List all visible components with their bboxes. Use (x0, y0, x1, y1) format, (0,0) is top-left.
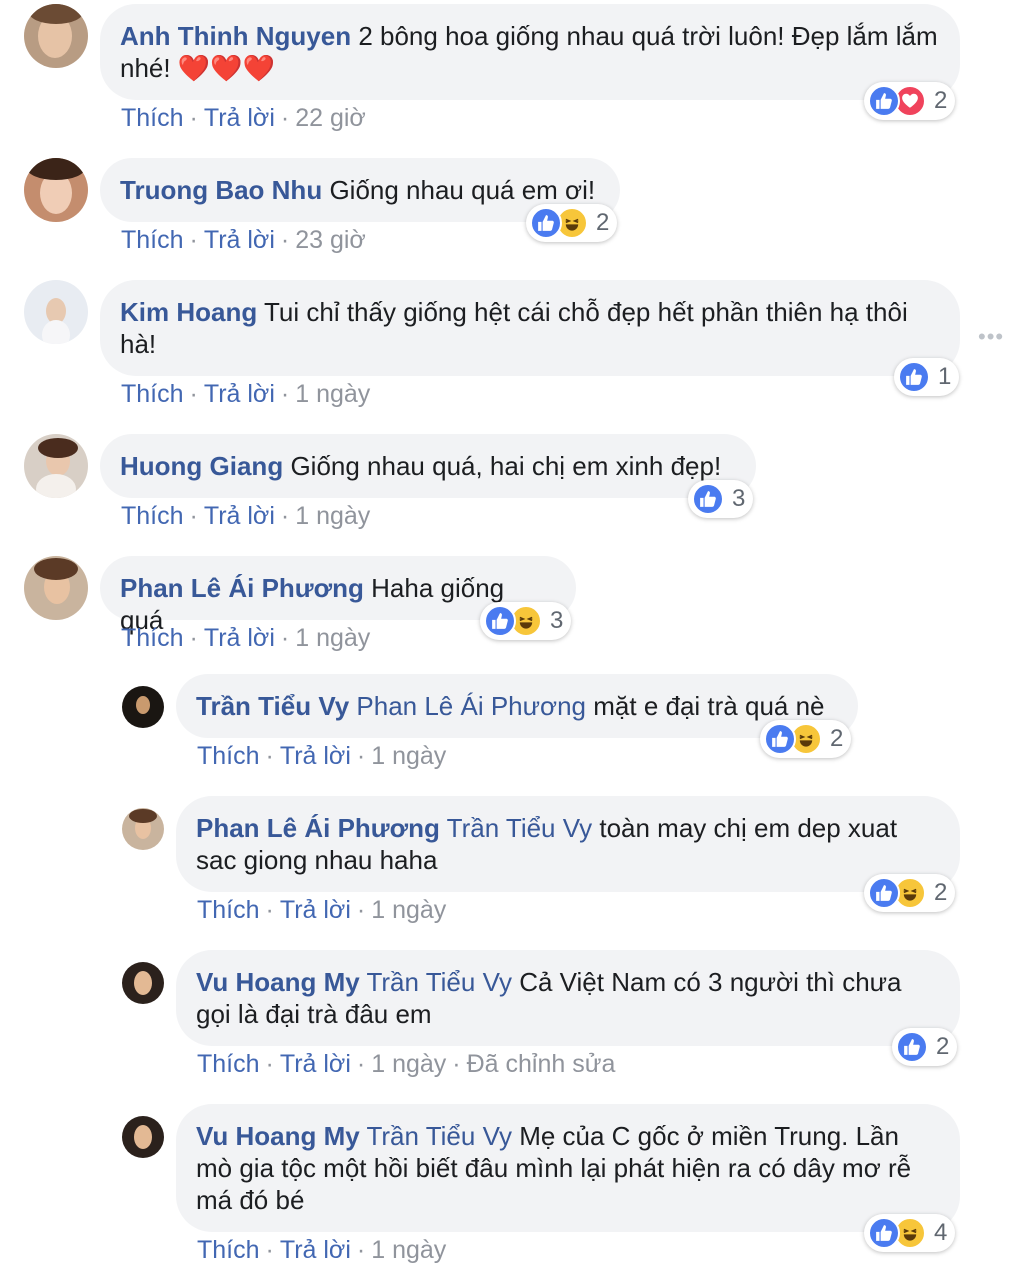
edited-label[interactable]: Đã chỉnh sửa (467, 1050, 616, 1078)
reply-link[interactable]: Trả lời (280, 896, 351, 924)
reaction-summary[interactable]: 2 (892, 1028, 958, 1066)
comment-timestamp[interactable]: 1 ngày (371, 1050, 446, 1078)
mentioned-user-link[interactable]: Trần Tiểu Vy (366, 967, 511, 997)
mentioned-user-link[interactable]: Trần Tiểu Vy (447, 813, 592, 843)
comment-bubble: Anh Thinh Nguyen 2 bông hoa giống nhau q… (100, 4, 960, 100)
like-link[interactable]: Thích (197, 896, 260, 924)
more-options-icon[interactable]: ••• (978, 324, 1004, 350)
avatar[interactable] (24, 556, 88, 620)
like-link[interactable]: Thích (197, 1236, 260, 1264)
reaction-count: 4 (934, 1219, 948, 1246)
comment-text: mặt e đại trà quá nè (593, 691, 825, 721)
comment-text: Giống nhau quá em ơi! (329, 175, 596, 205)
like-link[interactable]: Thích (121, 502, 184, 530)
reaction-count: 1 (938, 363, 952, 390)
comment-author[interactable]: Anh Thinh Nguyen (120, 21, 351, 51)
comment-timestamp[interactable]: 23 giờ (295, 226, 366, 254)
reaction-count: 2 (936, 1033, 950, 1060)
like-reaction-icon (868, 1217, 900, 1249)
reply-link[interactable]: Trả lời (280, 742, 351, 770)
like-reaction-icon (692, 483, 724, 515)
comment-timestamp[interactable]: 22 giờ (295, 104, 366, 132)
avatar[interactable] (122, 808, 164, 850)
comment-bubble: Vu Hoang My Trần Tiểu Vy Cả Việt Nam có … (176, 950, 960, 1046)
reaction-summary[interactable]: 3 (480, 602, 572, 640)
reaction-count: 2 (934, 879, 948, 906)
avatar[interactable] (122, 686, 164, 728)
reaction-summary[interactable]: 2 (526, 204, 618, 242)
reaction-summary[interactable]: 2 (760, 720, 852, 758)
comment-actions: Thích · Trả lời · 1 ngày (121, 502, 371, 530)
reply-link[interactable]: Trả lời (204, 380, 275, 408)
comment-timestamp[interactable]: 1 ngày (295, 380, 370, 408)
comment-bubble: Huong Giang Giống nhau quá, hai chị em x… (100, 434, 756, 498)
comment-author[interactable]: Truong Bao Nhu (120, 175, 322, 205)
like-reaction-icon (530, 207, 562, 239)
like-reaction-icon (868, 877, 900, 909)
avatar[interactable] (24, 4, 88, 68)
comment-author[interactable]: Huong Giang (120, 451, 283, 481)
comment-timestamp[interactable]: 1 ngày (295, 624, 370, 652)
like-reaction-icon (868, 85, 900, 117)
like-reaction-icon (898, 361, 930, 393)
like-reaction-icon (896, 1031, 928, 1063)
comment-bubble: Kim Hoang Tui chỉ thấy giống hệt cái chỗ… (100, 280, 960, 376)
reply-link[interactable]: Trả lời (204, 104, 275, 132)
avatar[interactable] (24, 280, 88, 344)
avatar[interactable] (122, 1116, 164, 1158)
reaction-count: 3 (550, 607, 564, 634)
reaction-summary[interactable]: 1 (894, 358, 960, 396)
comment-author[interactable]: Kim Hoang (120, 297, 257, 327)
like-reaction-icon (484, 605, 516, 637)
reaction-summary[interactable]: 2 (864, 874, 956, 912)
comment-author[interactable]: Phan Lê Ái Phương (120, 573, 364, 603)
reaction-summary[interactable]: 2 (864, 82, 956, 120)
comment-actions: Thích · Trả lời · 1 ngày (197, 896, 447, 924)
comment-text: Giống nhau quá, hai chị em xinh đẹp! (290, 451, 722, 481)
like-link[interactable]: Thích (121, 226, 184, 254)
like-link[interactable]: Thích (121, 624, 184, 652)
reaction-count: 2 (830, 725, 844, 752)
reply-link[interactable]: Trả lời (204, 624, 275, 652)
comment-author[interactable]: Trần Tiểu Vy (196, 691, 349, 721)
like-link[interactable]: Thích (197, 1050, 260, 1078)
like-link[interactable]: Thích (197, 742, 260, 770)
reply-link[interactable]: Trả lời (280, 1050, 351, 1078)
reaction-count: 3 (732, 485, 746, 512)
comment-bubble: Vu Hoang My Trần Tiểu Vy Mẹ của C gốc ở … (176, 1104, 960, 1232)
reaction-count: 2 (596, 209, 610, 236)
comment-actions: Thích · Trả lời · 1 ngày (197, 1236, 447, 1264)
comment-timestamp[interactable]: 1 ngày (295, 502, 370, 530)
reply-link[interactable]: Trả lời (204, 502, 275, 530)
avatar[interactable] (24, 158, 88, 222)
comment-timestamp[interactable]: 1 ngày (371, 896, 446, 924)
comment-timestamp[interactable]: 1 ngày (371, 1236, 446, 1264)
reaction-summary[interactable]: 4 (864, 1214, 956, 1252)
comment-timestamp[interactable]: 1 ngày (371, 742, 446, 770)
mentioned-user-link[interactable]: Phan Lê Ái Phương (356, 691, 586, 721)
reaction-count: 2 (934, 87, 948, 114)
comment-actions: Thích · Trả lời · 23 giờ (121, 226, 366, 254)
reply-link[interactable]: Trả lời (204, 226, 275, 254)
avatar[interactable] (122, 962, 164, 1004)
comment-author[interactable]: Phan Lê Ái Phương (196, 813, 440, 843)
comment-actions: Thích · Trả lời · 1 ngày (197, 742, 447, 770)
comment-bubble: Trần Tiểu Vy Phan Lê Ái Phương mặt e đại… (176, 674, 858, 738)
comment-actions: Thích · Trả lời · 22 giờ (121, 104, 366, 132)
comment-author[interactable]: Vu Hoang My (196, 1121, 360, 1151)
like-link[interactable]: Thích (121, 380, 184, 408)
reaction-summary[interactable]: 3 (688, 480, 754, 518)
reply-link[interactable]: Trả lời (280, 1236, 351, 1264)
like-link[interactable]: Thích (121, 104, 184, 132)
avatar[interactable] (24, 434, 88, 498)
comment-author[interactable]: Vu Hoang My (196, 967, 360, 997)
mentioned-user-link[interactable]: Trần Tiểu Vy (366, 1121, 511, 1151)
comment-actions: Thích · Trả lời · 1 ngày (121, 380, 371, 408)
comment-bubble: Phan Lê Ái Phương Trần Tiểu Vy toàn may … (176, 796, 960, 892)
comment-actions: Thích · Trả lời · 1 ngày · Đã chỉnh sửa (197, 1050, 616, 1078)
like-reaction-icon (764, 723, 796, 755)
comment-actions: Thích · Trả lời · 1 ngày (121, 624, 371, 652)
